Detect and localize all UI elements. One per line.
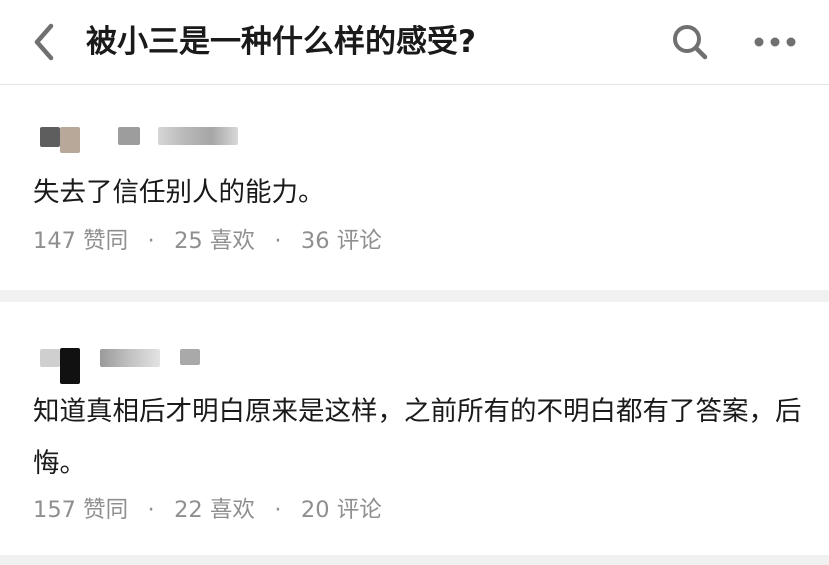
answer-card[interactable]: 知道真相后才明白原来是这样，之前所有的不明白都有了答案，后悔。 157 赞同 · 2…: [0, 302, 829, 555]
comments-count[interactable]: 36 评论: [301, 228, 382, 254]
answer-stats: 157 赞同 · 22 喜欢 · 20 评论: [33, 492, 382, 528]
back-button[interactable]: [26, 20, 62, 64]
separator-dot: ·: [147, 497, 155, 523]
avatar-blurred-part: [60, 127, 80, 153]
avatar-blurred: [40, 127, 60, 147]
likes-count[interactable]: 147 赞同: [33, 228, 128, 254]
author-info-blurred[interactable]: [36, 346, 206, 386]
username-blurred: [158, 127, 238, 145]
username-blurred: [118, 127, 140, 145]
more-options-button[interactable]: [752, 26, 798, 58]
separator-dot: ·: [147, 228, 155, 254]
favorites-count[interactable]: 25 喜欢: [174, 228, 255, 254]
avatar-blurred: [40, 349, 60, 367]
answer-content: 知道真相后才明白原来是这样，之前所有的不明白都有了答案，后悔。: [33, 396, 802, 479]
answer-stats: 147 赞同 · 25 喜欢 · 36 评论: [33, 223, 382, 259]
separator-dot: ·: [274, 228, 282, 254]
avatar-blurred-part: [60, 348, 80, 384]
question-title: 被小三是一种什么样的感受?: [86, 24, 476, 60]
username-blurred: [180, 349, 200, 365]
username-blurred: [100, 349, 160, 367]
answer-card[interactable]: 失去了信任别人的能力。 147 赞同 · 25 喜欢 · 36 评论: [0, 85, 829, 290]
top-navigation-bar: 被小三是一种什么样的感受?: [0, 0, 829, 85]
favorites-count[interactable]: 22 喜欢: [174, 497, 255, 523]
chevron-left-icon: [34, 23, 54, 61]
more-dots-icon: [754, 37, 796, 47]
search-icon: [673, 25, 708, 60]
search-button[interactable]: [668, 20, 712, 64]
section-divider: [0, 290, 829, 302]
separator-dot: ·: [274, 497, 282, 523]
answer-content: 失去了信任别人的能力。: [33, 177, 325, 208]
section-divider: [0, 555, 829, 565]
likes-count[interactable]: 157 赞同: [33, 497, 128, 523]
author-info-blurred[interactable]: [36, 125, 246, 157]
comments-count[interactable]: 20 评论: [301, 497, 382, 523]
